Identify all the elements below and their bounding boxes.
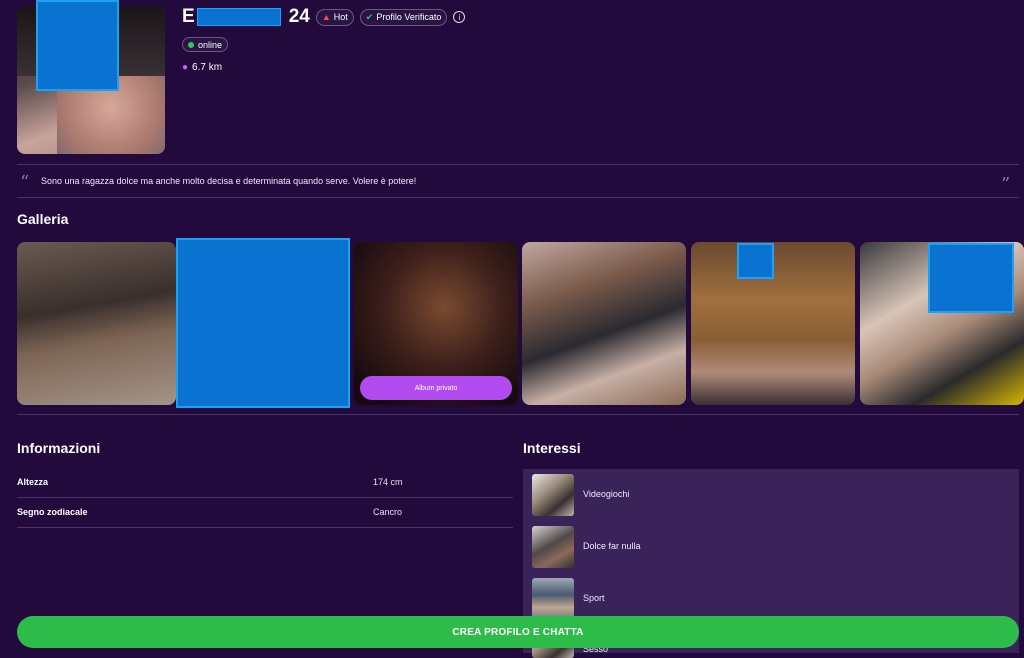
info-label: Segno zodiacale — [17, 507, 88, 517]
info-row: Altezza 174 cm — [17, 467, 513, 498]
info-icon[interactable]: i — [453, 11, 466, 23]
name-redaction — [196, 8, 281, 26]
interest-label: Videogiochi — [583, 489, 630, 499]
photo-redaction — [928, 243, 1014, 313]
interest-label: Dolce far nulla — [583, 541, 641, 551]
info-title: Informazioni — [17, 440, 101, 456]
quote-close-icon: ” — [1001, 174, 1011, 195]
divider — [17, 197, 1019, 198]
quote-open-icon: “ — [20, 172, 30, 193]
distance: ● 6.7 km — [182, 62, 222, 73]
verified-badge: ✔ Profilo Verificato — [359, 8, 448, 26]
private-album-button[interactable]: Album privato — [360, 376, 512, 400]
flame-icon: ▲ — [321, 12, 331, 22]
online-dot-icon — [188, 41, 194, 48]
gallery-photo-redacted[interactable] — [176, 238, 350, 408]
online-status-label: online — [198, 39, 223, 50]
interest-label: Sport — [583, 593, 605, 603]
interest-item[interactable]: Dolce far nulla — [523, 521, 1019, 574]
interest-item[interactable]: Videogiochi — [523, 469, 1019, 522]
gallery-photo[interactable] — [17, 242, 176, 405]
hot-badge: ▲ Hot — [315, 8, 354, 26]
shield-check-icon: ✔ — [365, 11, 374, 22]
distance-label: 6.7 km — [192, 62, 223, 73]
info-value: 174 cm — [373, 477, 403, 487]
gallery-title: Galleria — [17, 211, 69, 227]
info-row: Segno zodiacale Cancro — [17, 497, 513, 528]
create-profile-chat-button[interactable]: CREA PROFILO E CHATTA — [17, 616, 1019, 648]
divider — [17, 414, 1019, 415]
divider — [17, 164, 1019, 165]
interest-thumbnail — [532, 578, 574, 620]
online-status-badge: online — [182, 37, 229, 52]
profile-name: E — [182, 6, 195, 27]
info-label: Altezza — [17, 477, 49, 487]
profile-bio: Sono una ragazza dolce ma anche molto de… — [41, 176, 417, 186]
profile-age: 24 — [288, 6, 310, 27]
location-pin-icon: ● — [182, 62, 189, 73]
interests-title: Interessi — [523, 440, 581, 456]
photo-redaction — [737, 243, 774, 279]
hot-label: Hot — [333, 12, 348, 22]
verified-label: Profilo Verificato — [376, 12, 442, 22]
interest-thumbnail — [532, 474, 574, 516]
interest-thumbnail — [532, 526, 574, 568]
info-value: Cancro — [373, 507, 403, 517]
gallery-photo[interactable] — [522, 242, 686, 405]
avatar-redaction — [36, 0, 119, 91]
profile-name-row: E 24 ▲ Hot ✔ Profilo Verificato i — [182, 6, 466, 28]
